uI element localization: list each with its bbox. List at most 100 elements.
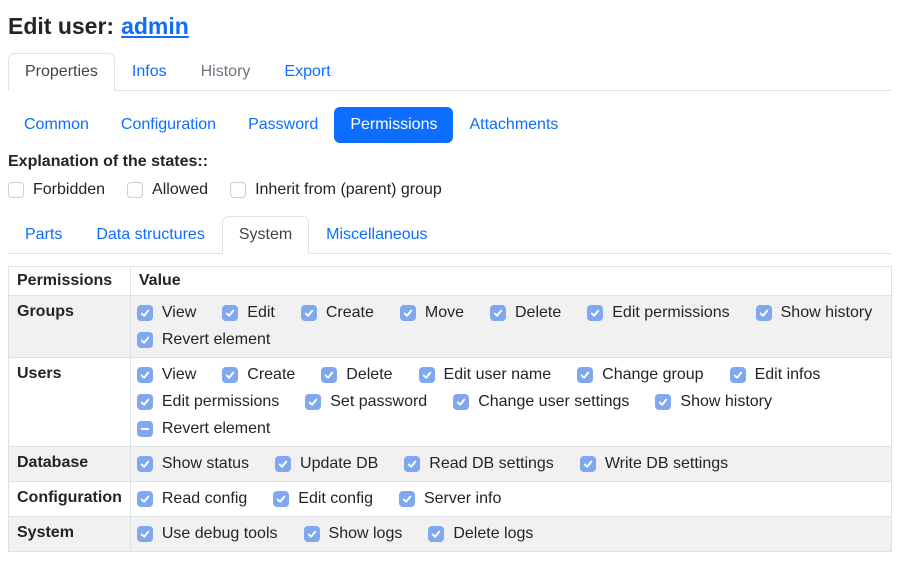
checkmark-icon (405, 456, 419, 472)
change-user-settings-checkbox[interactable] (453, 394, 469, 410)
view-checkbox[interactable] (137, 305, 153, 321)
permissions-list: ViewCreateDeleteEdit user nameChange gro… (137, 365, 875, 439)
checkmark-icon (138, 305, 152, 321)
write-db-settings-checkbox[interactable] (580, 456, 596, 472)
states-legend-title: Explanation of the states:: (8, 152, 898, 171)
checkbox-label: Set password (330, 392, 427, 412)
sub-tab-data-structures[interactable]: Data structures (79, 216, 221, 254)
sub-tab-system[interactable]: System (222, 216, 309, 254)
permission-update-db: Update DB (275, 454, 378, 474)
states-legend-options: ForbiddenAllowedInherit from (parent) gr… (8, 180, 898, 200)
create-checkbox[interactable] (222, 367, 238, 383)
show-logs-checkbox[interactable] (304, 526, 320, 542)
pill-configuration[interactable]: Configuration (105, 107, 232, 143)
checkbox-label: Change user settings (478, 392, 629, 412)
permission-view: View (137, 365, 196, 385)
permissions-list: ViewEditCreateMoveDeleteEdit permissions… (137, 303, 875, 350)
checkbox-label: Forbidden (33, 180, 105, 200)
checkmark-icon (274, 491, 288, 507)
read-db-settings-checkbox[interactable] (404, 456, 420, 472)
set-password-checkbox[interactable] (305, 394, 321, 410)
table-row-groups: GroupsViewEditCreateMoveDeleteEdit permi… (9, 296, 892, 358)
column-header-permissions: Permissions (9, 267, 131, 296)
user-link[interactable]: admin (121, 13, 189, 39)
delete-logs-checkbox[interactable] (428, 526, 444, 542)
permission-create: Create (222, 365, 295, 385)
pill-attachments[interactable]: Attachments (453, 107, 574, 143)
permission-server-info: Server info (399, 489, 501, 509)
main-tabs: PropertiesInfosHistoryExport (8, 53, 892, 91)
forbidden-checkbox[interactable] (8, 182, 24, 198)
tab-history[interactable]: History (184, 53, 268, 91)
show-history-checkbox[interactable] (756, 305, 772, 321)
allowed-checkbox[interactable] (127, 182, 143, 198)
show-status-checkbox[interactable] (137, 456, 153, 472)
edit-permissions-checkbox[interactable] (137, 394, 153, 410)
revert-element-checkbox[interactable] (137, 421, 153, 437)
checkmark-icon (138, 367, 152, 383)
delete-checkbox[interactable] (490, 305, 506, 321)
row-category: Configuration (9, 482, 131, 517)
permission-show-status: Show status (137, 454, 249, 474)
move-checkbox[interactable] (400, 305, 416, 321)
edit-user-name-checkbox[interactable] (419, 367, 435, 383)
inherit-from-parent-group-checkbox[interactable] (230, 182, 246, 198)
checkbox-label: Show history (781, 303, 873, 323)
create-checkbox[interactable] (301, 305, 317, 321)
sub-tab-parts[interactable]: Parts (8, 216, 79, 254)
permissions-list: Read configEdit configServer info (137, 489, 875, 509)
checkmark-icon (400, 491, 414, 507)
checkbox-label: Delete logs (453, 524, 533, 544)
edit-config-checkbox[interactable] (273, 491, 289, 507)
delete-checkbox[interactable] (321, 367, 337, 383)
checkbox-label: Delete (346, 365, 392, 385)
table-row-users: UsersViewCreateDeleteEdit user nameChang… (9, 358, 892, 447)
permissions-list: Show status Update DB Read DB settings Writ… (137, 454, 875, 474)
permission-use-debug-tools: Use debug tools (137, 524, 278, 544)
permissions-table: Permissions Value GroupsViewEditCreateMo… (8, 266, 892, 552)
checkbox-label: Edit permissions (162, 392, 279, 412)
checkmark-icon (454, 394, 468, 410)
server-info-checkbox[interactable] (399, 491, 415, 507)
checkmark-icon (731, 367, 745, 383)
tab-infos[interactable]: Infos (115, 53, 184, 91)
checkmark-icon (138, 526, 152, 542)
page-title: Edit user: admin (8, 12, 898, 40)
tab-export[interactable]: Export (267, 53, 347, 91)
checkmark-icon (138, 491, 152, 507)
section-pills: CommonConfigurationPasswordPermissionsAt… (8, 107, 892, 143)
legend-option-forbidden: Forbidden (8, 180, 105, 200)
permission-read-config: Read config (137, 489, 247, 509)
edit-infos-checkbox[interactable] (730, 367, 746, 383)
sub-tabs: PartsData structuresSystemMiscellaneous (8, 216, 892, 254)
checkbox-label: Show status (162, 454, 249, 474)
view-checkbox[interactable] (137, 367, 153, 383)
page-title-text: Edit user: (8, 13, 114, 39)
checkmark-icon (322, 367, 336, 383)
sub-tab-miscellaneous[interactable]: Miscellaneous (309, 216, 444, 254)
row-permissions: Read configEdit configServer info (130, 482, 891, 517)
permission-edit-infos: Edit infos (730, 365, 821, 385)
use-debug-tools-checkbox[interactable] (137, 526, 153, 542)
checkbox-label: Revert element (162, 419, 271, 439)
permission-write-db-settings: Write DB settings (580, 454, 728, 474)
pill-common[interactable]: Common (8, 107, 105, 143)
checkmark-icon (302, 305, 316, 321)
update-db-checkbox[interactable] (275, 456, 291, 472)
permission-delete: Delete (490, 303, 561, 323)
change-group-checkbox[interactable] (577, 367, 593, 383)
edit-user-page: Edit user:admin PropertiesInfosHistoryEx… (0, 0, 906, 552)
checkbox-label: Read DB settings (429, 454, 554, 474)
revert-element-checkbox[interactable] (137, 332, 153, 348)
tab-properties[interactable]: Properties (8, 53, 115, 91)
checkbox-label: Inherit from (parent) group (255, 180, 442, 200)
pill-permissions[interactable]: Permissions (334, 107, 453, 143)
show-history-checkbox[interactable] (655, 394, 671, 410)
read-config-checkbox[interactable] (137, 491, 153, 507)
edit-permissions-checkbox[interactable] (587, 305, 603, 321)
table-header-row: Permissions Value (9, 267, 892, 296)
dash-icon (138, 421, 152, 437)
pill-password[interactable]: Password (232, 107, 334, 143)
edit-checkbox[interactable] (222, 305, 238, 321)
checkbox-label: Delete (515, 303, 561, 323)
